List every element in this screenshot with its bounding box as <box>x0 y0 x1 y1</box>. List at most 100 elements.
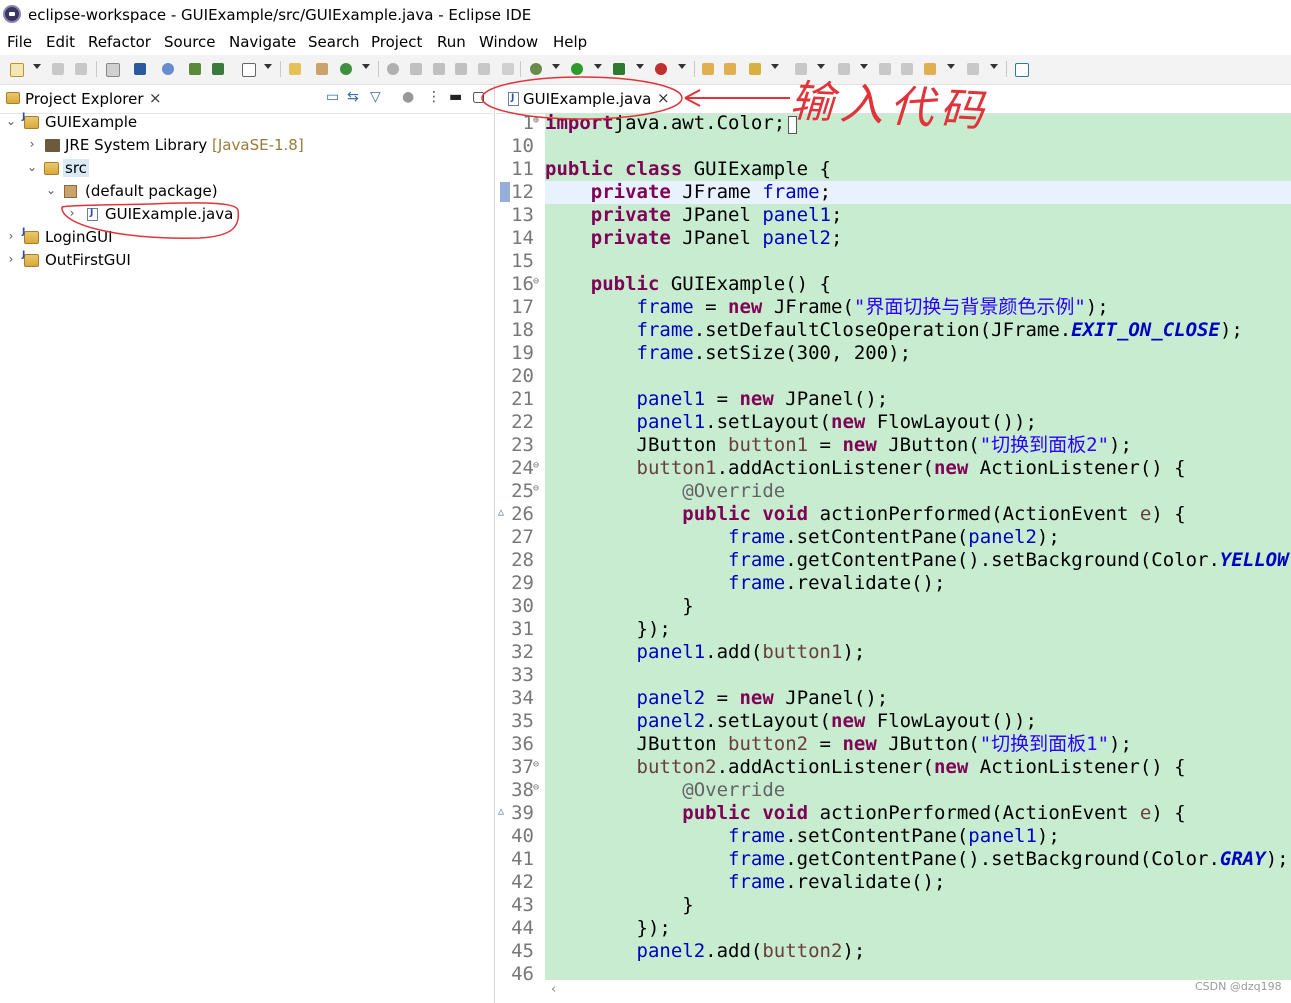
open-resource-icon[interactable] <box>722 61 738 77</box>
menu-search[interactable]: Search <box>308 33 360 51</box>
tree-item-guiexample[interactable]: ⌄ GUIExample <box>0 112 494 134</box>
terminal-icon[interactable] <box>132 61 148 77</box>
code-line[interactable]: 41 frame.getContentPane().setBackground(… <box>496 848 1291 871</box>
minimize-icon[interactable]: ▬ <box>449 89 462 105</box>
tree-item-outfirstgui[interactable]: › OutFirstGUI <box>0 250 494 272</box>
code-line[interactable]: 38 ⊖ @Override <box>496 779 1291 802</box>
collapse-all-icon[interactable]: ▭ <box>326 89 339 105</box>
code-line[interactable]: 27 frame.setContentPane(panel2); <box>496 526 1291 549</box>
maximize-icon[interactable]: ▢ <box>472 89 485 105</box>
scroll-left-icon[interactable]: ‹ <box>551 982 556 997</box>
code-line[interactable]: 26 △ public void actionPerformed(ActionEv… <box>496 503 1291 526</box>
pen-icon[interactable] <box>408 61 424 77</box>
code-line[interactable]: 44 }); <box>496 917 1291 940</box>
open-type-icon[interactable] <box>700 61 716 77</box>
horizontal-scrollbar[interactable]: ‹ <box>545 980 1291 1003</box>
code-line[interactable]: 20 <box>496 365 1291 388</box>
collapse-icon[interactable]: ⊖ <box>533 270 539 293</box>
collapse-icon[interactable]: ⊖ <box>533 776 539 799</box>
build-icon[interactable] <box>187 61 203 77</box>
code-line[interactable]: 21 panel1 = new JPanel(); <box>496 388 1291 411</box>
binary-icon[interactable] <box>104 61 120 77</box>
new-dropdown-icon[interactable] <box>33 64 41 69</box>
chevron-right-icon[interactable]: › <box>5 252 17 266</box>
code-line[interactable]: 23 JButton button1 = new JButton("切换到面板2… <box>496 434 1291 457</box>
skip-breakpoints-icon[interactable] <box>160 61 176 77</box>
collapse-icon[interactable]: ⊖ <box>533 454 539 477</box>
chevron-down-icon[interactable]: ⌄ <box>5 114 17 128</box>
chevron-right-icon[interactable]: › <box>66 206 78 220</box>
code-line[interactable]: 10 <box>496 135 1291 158</box>
code-line[interactable]: 35 panel2.setLayout(new FlowLayout()); <box>496 710 1291 733</box>
menu-help[interactable]: Help <box>553 33 587 51</box>
marker-icon[interactable] <box>747 61 763 77</box>
collapse-icon[interactable]: ⊖ <box>533 477 539 500</box>
chevron-down-icon[interactable]: ⌄ <box>45 183 57 197</box>
format-icon[interactable] <box>453 61 469 77</box>
code-line[interactable]: 37 ⊖ button2.addActionListener(new Action… <box>496 756 1291 779</box>
new-class-icon[interactable] <box>338 61 354 77</box>
tree-item-guiexample-java[interactable]: › GUIExample.java <box>0 204 494 226</box>
view-menu-icon[interactable]: ⋮ <box>427 89 441 105</box>
run-dropdown-icon[interactable] <box>594 64 602 69</box>
code-line[interactable]: 45 panel2.add(button2); <box>496 940 1291 963</box>
collapse-icon[interactable]: ⊖ <box>533 753 539 776</box>
menu-project[interactable]: Project <box>371 33 422 51</box>
tree-item-default-package[interactable]: ⌄ (default package) <box>0 181 494 203</box>
link-with-editor-icon[interactable]: ⇆ <box>347 89 359 105</box>
block-icon[interactable] <box>476 61 492 77</box>
code-line[interactable]: 33 <box>496 664 1291 687</box>
debug-icon[interactable] <box>528 61 544 77</box>
code-line[interactable]: 29 frame.revalidate(); <box>496 572 1291 595</box>
external-tools-icon[interactable] <box>653 61 669 77</box>
code-line[interactable]: 25 ⊖ @Override <box>496 480 1291 503</box>
chevron-down-icon[interactable]: ⌄ <box>26 160 38 174</box>
menu-source[interactable]: Source <box>164 33 216 51</box>
save-icon[interactable] <box>50 61 66 77</box>
code-line[interactable]: 24 ⊖ button1.addActionListener(new Action… <box>496 457 1291 480</box>
tab-project-explorer[interactable]: Project Explorer × <box>2 86 168 114</box>
link-icon[interactable] <box>431 61 447 77</box>
build-all-icon[interactable] <box>210 61 226 77</box>
code-line[interactable]: 28 frame.getContentPane().setBackground(… <box>496 549 1291 572</box>
checkbox-dropdown-icon[interactable] <box>264 64 272 69</box>
code-line[interactable]: 31 }); <box>496 618 1291 641</box>
code-line[interactable]: 22 panel1.setLayout(new FlowLayout()); <box>496 411 1291 434</box>
code-line[interactable]: 12 private JFrame frame; <box>496 181 1291 204</box>
code-line[interactable]: 30 } <box>496 595 1291 618</box>
code-line[interactable]: 17 frame = new JFrame("界面切换与背景颜色示例"); <box>496 296 1291 319</box>
code-line[interactable]: 16 ⊖ public GUIExample() { <box>496 273 1291 296</box>
focus-icon[interactable]: ● <box>402 89 414 105</box>
code-line[interactable]: 36 JButton button2 = new JButton("切换到面板1… <box>496 733 1291 756</box>
code-line[interactable]: 19 frame.setSize(300, 200); <box>496 342 1291 365</box>
menu-navigate[interactable]: Navigate <box>229 33 296 51</box>
code-line[interactable]: 32 panel1.add(button1); <box>496 641 1291 664</box>
tab-guiexample-java[interactable]: GUIExample.java × <box>504 86 674 112</box>
new-icon[interactable] <box>8 61 24 77</box>
external-tools-dropdown-icon[interactable] <box>678 64 686 69</box>
forward-dropdown-icon[interactable] <box>990 64 998 69</box>
search-tool-icon[interactable] <box>385 61 401 77</box>
code-line[interactable]: 39 △ public void actionPerformed(ActionEv… <box>496 802 1291 825</box>
menu-refactor[interactable]: Refactor <box>88 33 151 51</box>
close-icon[interactable]: × <box>657 89 670 107</box>
code-line[interactable]: 18 frame.setDefaultCloseOperation(JFrame… <box>496 319 1291 342</box>
new-java-project-icon[interactable] <box>287 61 303 77</box>
menu-window[interactable]: Window <box>479 33 538 51</box>
code-line[interactable]: 42 frame.revalidate(); <box>496 871 1291 894</box>
coverage-dropdown-icon[interactable] <box>636 64 644 69</box>
menu-run[interactable]: Run <box>437 33 466 51</box>
save-all-icon[interactable] <box>73 61 89 77</box>
paragraph-icon[interactable] <box>500 61 516 77</box>
code-line[interactable]: 40 frame.setContentPane(panel1); <box>496 825 1291 848</box>
back-dropdown-icon[interactable] <box>947 64 955 69</box>
code-line[interactable]: 34 panel2 = new JPanel(); <box>496 687 1291 710</box>
close-icon[interactable]: × <box>149 89 162 107</box>
code-line[interactable]: 14 private JPanel panel2; <box>496 227 1291 250</box>
menu-file[interactable]: File <box>7 33 32 51</box>
expand-icon[interactable]: ⊕ <box>533 109 539 132</box>
code-line[interactable]: 43 } <box>496 894 1291 917</box>
new-class-dropdown-icon[interactable] <box>362 64 370 69</box>
open-perspective-icon[interactable] <box>1013 61 1029 77</box>
tree-item-logingui[interactable]: › LoginGUI <box>0 227 494 249</box>
